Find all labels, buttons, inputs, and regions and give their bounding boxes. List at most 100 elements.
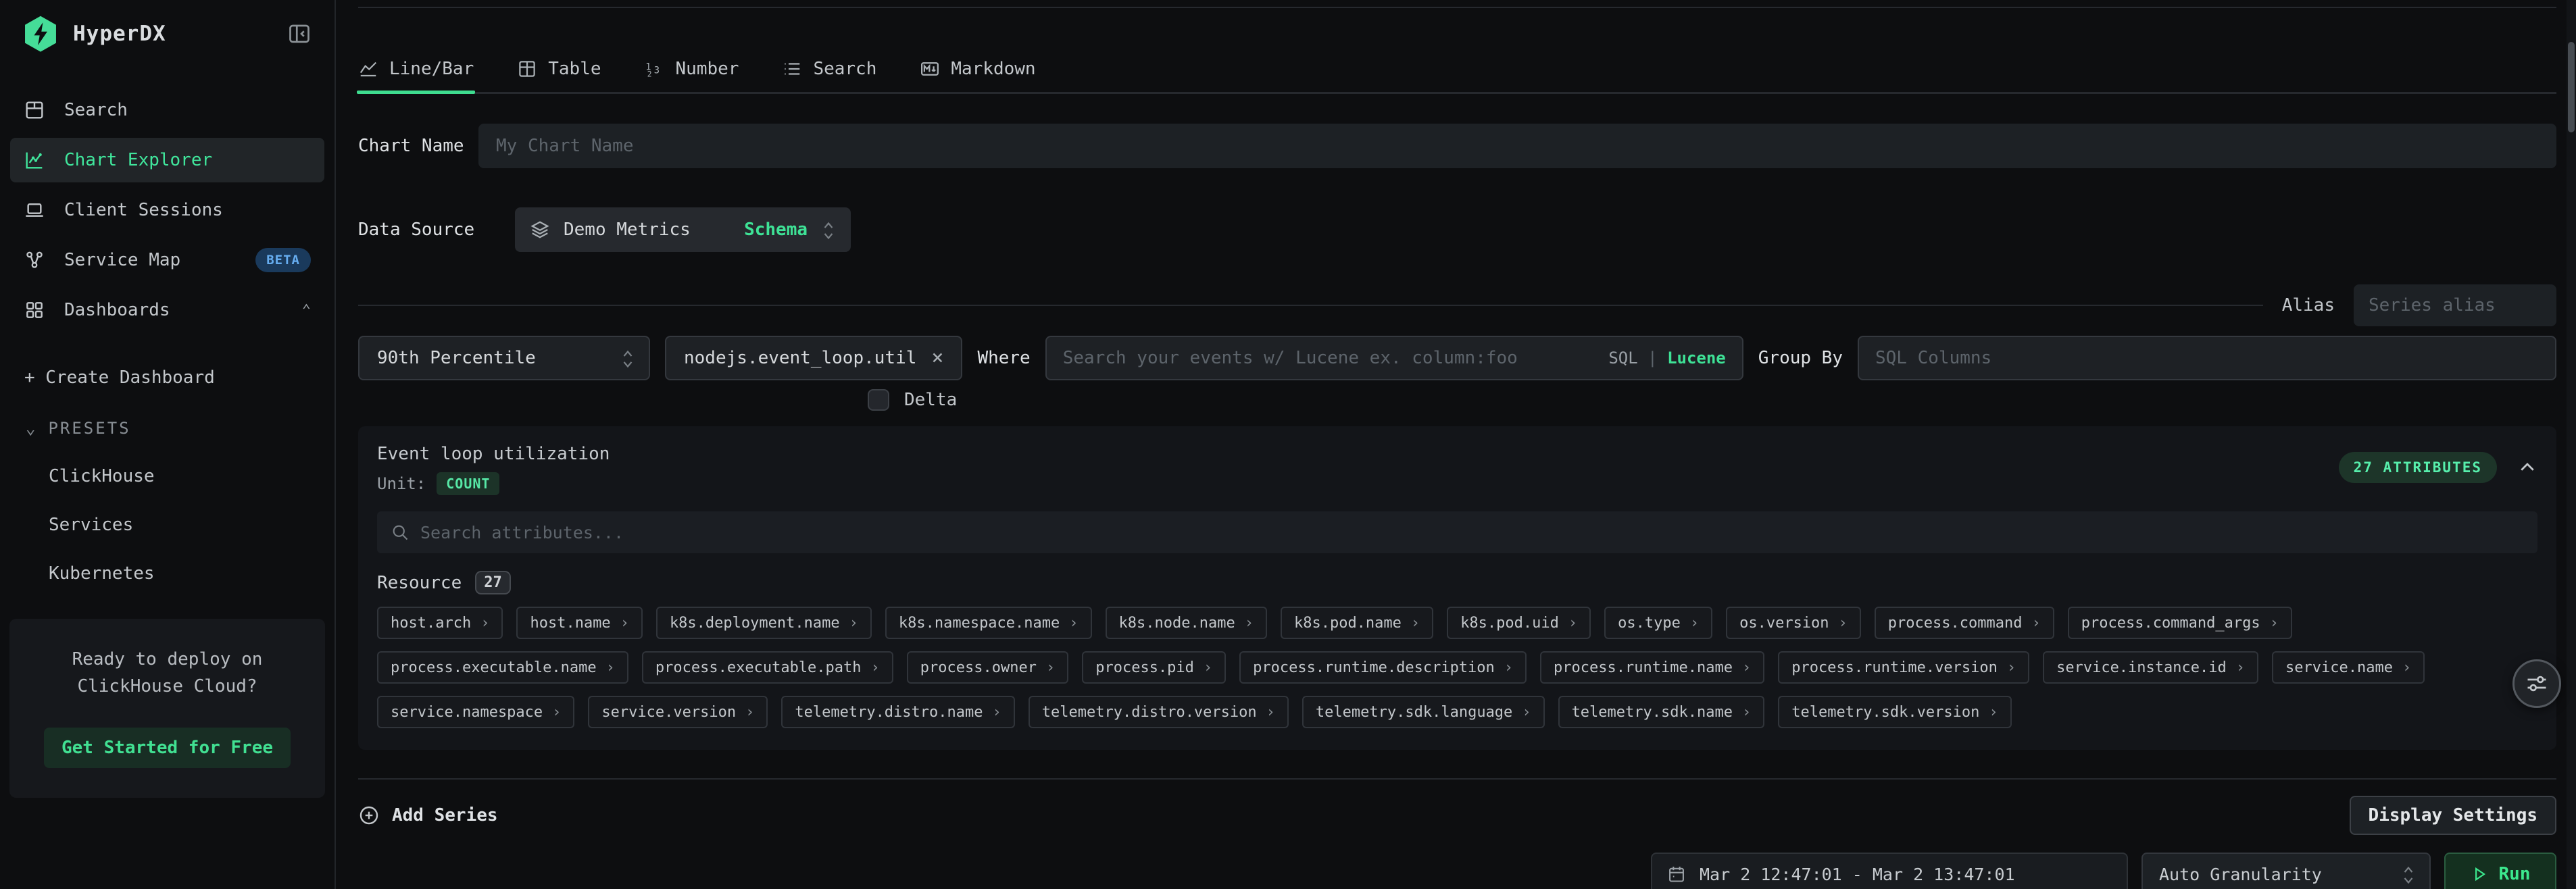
app-root: HyperDX Search Chart Explorer [0, 0, 2576, 889]
sidebar-item-client-sessions[interactable]: Client Sessions [10, 188, 324, 232]
attribute-chip[interactable]: service.instance.id› [2043, 651, 2258, 684]
sidebar-item-label: Chart Explorer [64, 150, 311, 170]
sidebar-item-dashboards[interactable]: Dashboards ⌃ [10, 288, 324, 332]
sidebar-item-chart-explorer[interactable]: Chart Explorer [10, 138, 324, 182]
tab-line-bar[interactable]: Line/Bar [358, 46, 474, 92]
display-settings-button[interactable]: Display Settings [2350, 796, 2556, 835]
tab-label: Table [548, 59, 601, 79]
attribute-chip[interactable]: telemetry.distro.version› [1029, 696, 1289, 728]
attribute-chip[interactable]: os.version› [1726, 607, 1861, 639]
sidebar-item-search[interactable]: Search [10, 88, 324, 132]
delta-checkbox[interactable] [868, 389, 889, 411]
attribute-chip[interactable]: process.command› [1875, 607, 2054, 639]
collapse-sidebar-icon[interactable] [287, 22, 312, 46]
plus-circle-icon [358, 805, 380, 826]
data-source-value: Demo Metrics [564, 220, 730, 240]
tab-markdown[interactable]: Markdown [920, 46, 1035, 92]
attribute-chip-label: process.runtime.name [1554, 659, 1733, 676]
attribute-chip[interactable]: host.name› [516, 607, 642, 639]
collapse-panel-icon[interactable] [2517, 457, 2537, 478]
chevron-right-icon: › [2402, 659, 2411, 676]
chart-options-fab[interactable] [2512, 659, 2561, 708]
attribute-chip[interactable]: telemetry.sdk.name› [1558, 696, 1765, 728]
attribute-chip[interactable]: telemetry.sdk.version› [1778, 696, 2011, 728]
get-started-button[interactable]: Get Started for Free [44, 728, 291, 768]
chevron-up-icon: ⌃ [302, 302, 311, 319]
chevron-right-icon: › [871, 659, 880, 676]
attribute-chip[interactable]: k8s.pod.name› [1281, 607, 1433, 639]
run-button[interactable]: Run [2444, 853, 2556, 889]
attribute-chip[interactable]: telemetry.distro.name› [781, 696, 1014, 728]
attribute-chip[interactable]: process.owner› [907, 651, 1068, 684]
attribute-chip[interactable]: process.pid › [1082, 651, 1226, 684]
play-icon [2471, 865, 2488, 883]
chart-type-tabs: Line/Bar Table 123 Number Search [358, 46, 2556, 94]
metric-panel-header-left: Event loop utilization Unit: COUNT [377, 444, 610, 495]
table-icon [517, 59, 537, 79]
tab-search[interactable]: Search [782, 46, 876, 92]
attribute-chip[interactable]: process.command_args› [2068, 607, 2292, 639]
schema-link[interactable]: Schema [744, 220, 808, 240]
remove-metric-icon[interactable]: × [931, 348, 943, 368]
time-range-picker[interactable]: Mar 2 12:47:01 - Mar 2 13:47:01 [1651, 853, 2128, 889]
attribute-chip-label: os.version [1739, 615, 1829, 632]
add-series-button[interactable]: Add Series [358, 805, 498, 826]
main-content: Line/Bar Table 123 Number Search [336, 0, 2576, 889]
data-source-select[interactable]: Demo Metrics Schema [515, 207, 851, 252]
attribute-chip-label: service.version [601, 704, 736, 721]
chart-name-input[interactable] [478, 124, 2556, 168]
alias-input[interactable] [2354, 284, 2556, 326]
scrollbar-thumb[interactable] [2568, 42, 2575, 132]
where-label: Where [977, 348, 1030, 368]
group-by-input[interactable] [1858, 336, 2556, 380]
attribute-chip-label: process.executable.path [655, 659, 862, 676]
sql-option[interactable]: SQL [1608, 349, 1637, 367]
run-bar: Mar 2 12:47:01 - Mar 2 13:47:01 Auto Gra… [358, 853, 2556, 889]
sidebar-item-service-map[interactable]: Service Map BETA [10, 238, 324, 282]
attribute-chip[interactable]: k8s.namespace.name› [885, 607, 1092, 639]
create-dashboard-button[interactable]: + Create Dashboard [24, 367, 335, 388]
preset-item-services[interactable]: Services [0, 515, 335, 535]
run-label: Run [2499, 864, 2531, 884]
attribute-chip[interactable]: process.executable.name› [377, 651, 628, 684]
attribute-search-input[interactable] [420, 511, 2524, 553]
chevron-right-icon: › [1245, 615, 1254, 632]
query-language-toggle[interactable]: SQL | Lucene [1608, 349, 1725, 367]
metric-panel-header: Event loop utilization Unit: COUNT 27 AT… [377, 444, 2537, 495]
where-search-input[interactable] [1063, 337, 1600, 379]
attribute-chip[interactable]: process.runtime.name› [1540, 651, 1764, 684]
attribute-chip[interactable]: service.version › [588, 696, 768, 728]
attribute-chip[interactable]: telemetry.sdk.language› [1302, 696, 1545, 728]
laptop-icon [24, 199, 45, 221]
tab-number[interactable]: 123 Number [645, 46, 739, 92]
attribute-chip[interactable]: k8s.pod.uid› [1447, 607, 1591, 639]
attribute-chip[interactable]: service.name› [2272, 651, 2425, 684]
attribute-chip[interactable]: process.runtime.description› [1239, 651, 1527, 684]
chevron-right-icon: › [745, 704, 754, 721]
aggregation-select[interactable]: 90th Percentile [358, 336, 650, 380]
attribute-chip[interactable]: k8s.node.name› [1106, 607, 1267, 639]
attribute-chip[interactable]: process.runtime.version› [1778, 651, 2029, 684]
attribute-chip-label: k8s.pod.uid [1460, 615, 1559, 632]
chevron-right-icon: › [606, 659, 615, 676]
granularity-select[interactable]: Auto Granularity [2141, 853, 2431, 889]
selected-metric-chip[interactable]: nodejs.event_loop.util × [665, 336, 962, 380]
attribute-chip[interactable]: process.executable.path › [642, 651, 893, 684]
attribute-chip-label: process.pid [1095, 659, 1194, 676]
presets-header[interactable]: ⌄ PRESETS [0, 419, 335, 438]
preset-item-clickhouse[interactable]: ClickHouse [0, 466, 335, 486]
tab-label: Markdown [951, 59, 1035, 79]
app-title: HyperDX [73, 22, 272, 46]
attribute-chip[interactable]: service.namespace› [377, 696, 574, 728]
chevron-right-icon: › [1411, 615, 1420, 632]
attribute-chip[interactable]: host.arch› [377, 607, 503, 639]
attribute-chip-label: process.runtime.version [1791, 659, 1998, 676]
sidebar: HyperDX Search Chart Explorer [0, 0, 336, 889]
attribute-chip[interactable]: k8s.deployment.name› [656, 607, 872, 639]
preset-item-kubernetes[interactable]: Kubernetes [0, 563, 335, 584]
tab-table[interactable]: Table [517, 46, 601, 92]
chevron-right-icon: › [1204, 659, 1212, 676]
lucene-option[interactable]: Lucene [1667, 349, 1726, 367]
service-map-icon [24, 249, 45, 271]
attribute-chip[interactable]: os.type› [1604, 607, 1712, 639]
